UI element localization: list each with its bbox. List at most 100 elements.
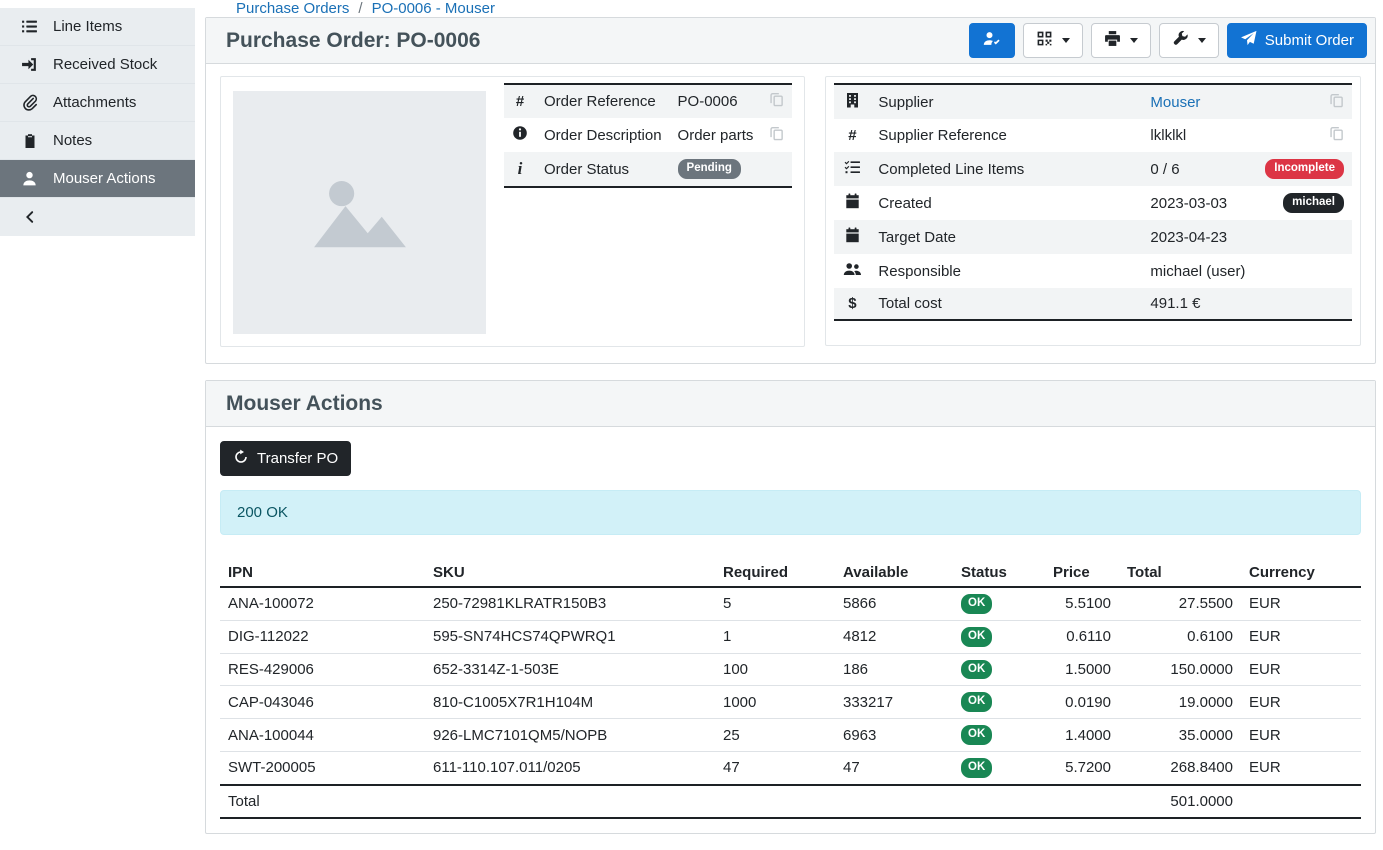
line-items-table: IPN SKU Required Available Status Price … — [220, 559, 1361, 819]
detail-value: lklklkl — [1142, 119, 1257, 152]
supplier-link[interactable]: Mouser — [1150, 94, 1200, 111]
column-header-price: Price — [1045, 559, 1119, 587]
cell-currency: EUR — [1241, 620, 1361, 653]
sidebar-item-received-stock[interactable]: Received Stock — [0, 46, 195, 84]
chevron-down-icon — [1198, 38, 1206, 43]
sidebar: Line Items Received Stock Attachments No… — [0, 0, 195, 794]
cell-required: 100 — [715, 653, 835, 686]
print-actions-button[interactable] — [1091, 23, 1151, 58]
user-check-icon — [982, 30, 1002, 51]
order-image-placeholder — [233, 91, 486, 334]
status-badge-pending: Pending — [678, 159, 741, 179]
copy-icon[interactable] — [769, 128, 784, 145]
cell-currency: EUR — [1241, 686, 1361, 719]
order-details-box: # Order Reference PO-0006 — [220, 76, 805, 347]
send-icon — [1240, 30, 1257, 51]
sign-in-icon — [20, 56, 39, 73]
status-alert-text: 200 OK — [237, 504, 288, 521]
detail-label: Total cost — [870, 288, 1142, 320]
copy-icon[interactable] — [1329, 95, 1344, 112]
table-header-row: IPN SKU Required Available Status Price … — [220, 559, 1361, 587]
users-icon — [843, 264, 862, 281]
breadcrumb: Purchase Orders / PO-0006 - Mouser — [195, 0, 1383, 17]
sidebar-item-notes[interactable]: Notes — [0, 122, 195, 160]
purchase-order-panel: Purchase Order: PO-0006 — [205, 17, 1376, 364]
table-row: DIG-112022 595-SN74HCS74QPWRQ1 1 4812 OK… — [220, 620, 1361, 653]
order-actions-button[interactable] — [1159, 23, 1219, 58]
chevron-down-icon — [1062, 38, 1070, 43]
hash-icon: # — [516, 93, 524, 110]
footer-total-label: Total — [220, 785, 425, 818]
cell-sku: 810-C1005X7R1H104M — [425, 686, 715, 719]
purchase-order-panel-header: Purchase Order: PO-0006 — [206, 18, 1375, 64]
sidebar-collapse-button[interactable] — [0, 198, 195, 236]
table-row: Order Description Order parts — [504, 118, 792, 152]
cell-sku: 611-110.107.011/0205 — [425, 751, 715, 784]
printer-icon — [1104, 30, 1121, 51]
barcode-actions-button[interactable] — [1023, 23, 1083, 58]
sidebar-item-mouser-actions[interactable]: Mouser Actions — [0, 160, 195, 198]
copy-icon[interactable] — [769, 94, 784, 111]
cell-required: 25 — [715, 719, 835, 752]
detail-value: 2023-03-03 — [1142, 186, 1257, 220]
wrench-icon — [1172, 30, 1189, 51]
cell-ipn: SWT-200005 — [220, 751, 425, 784]
order-details-section: # Order Reference PO-0006 — [206, 64, 1375, 363]
breadcrumb-current[interactable]: PO-0006 - Mouser — [372, 0, 495, 17]
detail-value: Order parts — [670, 118, 762, 152]
submit-order-button[interactable]: Submit Order — [1227, 23, 1367, 58]
cell-ipn: RES-429006 — [220, 653, 425, 686]
transfer-po-button[interactable]: Transfer PO — [220, 441, 351, 476]
sidebar-item-label: Attachments — [53, 94, 136, 111]
user-badge: michael — [1283, 193, 1344, 213]
building-icon — [845, 95, 860, 112]
hash-icon: # — [848, 127, 856, 144]
sidebar-item-attachments[interactable]: Attachments — [0, 84, 195, 122]
status-badge-ok: OK — [961, 725, 992, 745]
sidebar-item-line-items[interactable]: Line Items — [0, 8, 195, 46]
user-icon — [20, 170, 39, 187]
info-circle-icon — [512, 128, 528, 145]
mouser-actions-body: Transfer PO 200 OK IPN SKU — [206, 427, 1375, 833]
table-row: CAP-043046 810-C1005X7R1H104M 1000 33321… — [220, 686, 1361, 719]
table-row: RES-429006 652-3314Z-1-503E 100 186 OK 1… — [220, 653, 1361, 686]
cell-total: 19.0000 — [1119, 686, 1241, 719]
detail-label: Order Status — [536, 152, 670, 187]
detail-value: 491.1 € — [1142, 288, 1257, 320]
page-title: Purchase Order: PO-0006 — [226, 29, 480, 53]
cell-required: 47 — [715, 751, 835, 784]
cell-sku: 652-3314Z-1-503E — [425, 653, 715, 686]
main-area: Purchase Orders / PO-0006 - Mouser Purch… — [195, 0, 1383, 794]
mouser-actions-panel: Mouser Actions Transfer PO 200 OK — [205, 380, 1376, 834]
table-row: SWT-200005 611-110.107.011/0205 47 47 OK… — [220, 751, 1361, 784]
copy-icon[interactable] — [1329, 128, 1344, 145]
assign-user-button[interactable] — [969, 23, 1015, 58]
list-check-icon — [844, 162, 861, 179]
column-header-status: Status — [953, 559, 1045, 587]
detail-value: 2023-04-23 — [1142, 220, 1257, 254]
table-row: Completed Line Items 0 / 6 Incomplete — [834, 152, 1352, 186]
cell-currency: EUR — [1241, 719, 1361, 752]
table-row: Supplier Mouser — [834, 84, 1352, 119]
table-row: # Supplier Reference lklklkl — [834, 119, 1352, 152]
table-row: $ Total cost 491.1 € — [834, 288, 1352, 320]
header-actions: Submit Order — [969, 23, 1369, 58]
mouser-actions-panel-header: Mouser Actions — [206, 381, 1375, 427]
breadcrumb-purchase-orders[interactable]: Purchase Orders — [236, 0, 349, 17]
cell-available: 333217 — [835, 686, 953, 719]
chevron-down-icon — [1130, 38, 1138, 43]
table-row: i Order Status Pending — [504, 152, 792, 187]
column-header-available: Available — [835, 559, 953, 587]
supplier-details-table: Supplier Mouser # Supplier Re — [834, 83, 1352, 321]
cell-total: 150.0000 — [1119, 653, 1241, 686]
cell-ipn: ANA-100044 — [220, 719, 425, 752]
column-header-required: Required — [715, 559, 835, 587]
detail-label: Created — [870, 186, 1142, 220]
mouser-actions-title: Mouser Actions — [226, 392, 383, 416]
table-row: Target Date 2023-04-23 — [834, 220, 1352, 254]
cell-ipn: CAP-043046 — [220, 686, 425, 719]
cell-required: 5 — [715, 587, 835, 620]
cell-total: 35.0000 — [1119, 719, 1241, 752]
dollar-icon: $ — [848, 295, 856, 312]
status-badge-ok: OK — [961, 594, 992, 614]
